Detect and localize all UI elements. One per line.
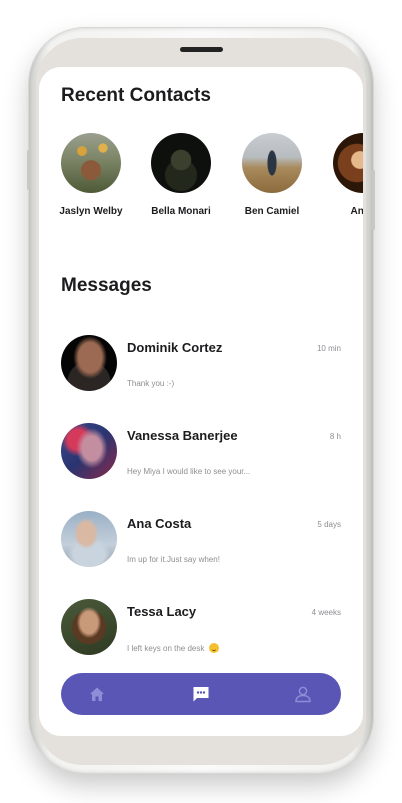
- avatar: [242, 133, 302, 193]
- message-preview: Hey Miya I would like to see your...: [127, 467, 251, 476]
- message-preview: Im up for it.Just say when!: [127, 555, 220, 564]
- message-preview: Thank you :-): [127, 379, 175, 388]
- avatar: [61, 423, 117, 479]
- user-icon[interactable]: [293, 684, 313, 704]
- message-preview: I left keys on the desk: [127, 643, 219, 653]
- message-time: 8 h: [329, 432, 341, 441]
- avatar: [61, 599, 117, 655]
- message-sender: Ana Costa: [127, 516, 192, 531]
- message-sender: Vanessa Banerjee: [127, 428, 238, 443]
- message-row[interactable]: Ana Costa 5 days Im up for it.Just say w…: [61, 511, 341, 571]
- avatar: [151, 133, 211, 193]
- smiley-emoji-icon: [208, 643, 219, 653]
- contact-item[interactable]: Ben Camiel: [232, 133, 312, 217]
- contact-name: Bella Monari: [151, 206, 211, 217]
- message-row[interactable]: Dominik Cortez 10 min Thank you :-): [61, 335, 341, 395]
- contact-name: Ange: [350, 206, 364, 217]
- chat-icon[interactable]: [191, 684, 211, 704]
- phone-power-button: [372, 170, 375, 230]
- contact-item[interactable]: Bella Monari: [141, 133, 221, 217]
- app-screen: Recent Contacts Jaslyn Welby Bella Monar…: [39, 67, 363, 736]
- avatar: [333, 133, 363, 193]
- message-time: 10 min: [316, 344, 341, 353]
- recent-contacts-title: Recent Contacts: [61, 85, 211, 106]
- recent-contacts-list[interactable]: Jaslyn Welby Bella Monari Ben Camiel Ang…: [39, 133, 363, 223]
- contact-item[interactable]: Ange: [323, 133, 363, 217]
- avatar: [61, 511, 117, 567]
- phone-speaker: [180, 47, 223, 52]
- contact-name: Ben Camiel: [244, 206, 300, 217]
- avatar: [61, 133, 121, 193]
- message-time: 5 days: [317, 520, 341, 529]
- message-row[interactable]: Tessa Lacy 4 weeks I left keys on the de…: [61, 599, 341, 659]
- messages-title: Messages: [61, 275, 152, 296]
- message-row[interactable]: Vanessa Banerjee 8 h Hey Miya I would li…: [61, 423, 341, 483]
- phone-volume-button: [27, 150, 30, 190]
- contact-name: Jaslyn Welby: [59, 206, 123, 217]
- message-sender: Tessa Lacy: [127, 604, 197, 619]
- contact-item[interactable]: Jaslyn Welby: [51, 133, 131, 217]
- home-icon[interactable]: [87, 684, 107, 704]
- bottom-nav-bar: [61, 673, 341, 715]
- avatar: [61, 335, 117, 391]
- message-sender: Dominik Cortez: [127, 340, 223, 355]
- message-time: 4 weeks: [311, 608, 341, 617]
- message-preview-text: I left keys on the desk: [127, 644, 205, 653]
